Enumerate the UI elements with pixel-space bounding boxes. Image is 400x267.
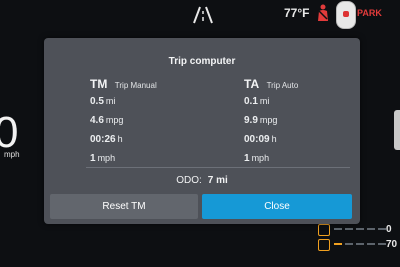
- tm-time-row: 00:26 h: [90, 130, 210, 149]
- odometer: ODO: 7 mi: [44, 175, 360, 186]
- tm-distance-unit: mi: [105, 96, 116, 106]
- right-gauge-edge: [394, 110, 400, 150]
- tm-distance-row: 0.5 mi: [90, 92, 210, 111]
- ta-economy-row: 9.9 mpg: [244, 111, 360, 130]
- ta-distance-unit: mi: [259, 96, 270, 106]
- park-indicator: PARK: [357, 8, 382, 18]
- trip-computer-dialog: Trip computer TM Trip Manual 0.5 mi 4.6 mp…: [44, 38, 360, 224]
- trip-auto-name: Trip Auto: [266, 81, 299, 90]
- odometer-label: ODO:: [176, 175, 202, 186]
- speed-unit: mph: [4, 150, 20, 159]
- gauge-bars: [334, 228, 386, 230]
- fuel-pump-icon: [318, 239, 330, 251]
- ta-speed-row: 1 mph: [244, 149, 360, 168]
- ta-economy-unit: mpg: [259, 115, 278, 125]
- tm-economy-row: 4.6 mpg: [90, 111, 210, 130]
- odometer-divider: [86, 167, 350, 168]
- ta-time-row: 00:09 h: [244, 130, 360, 149]
- trip-manual-name: Trip Manual: [114, 81, 157, 90]
- fuel-bars: [334, 243, 386, 245]
- reset-tm-button[interactable]: Reset TM: [50, 194, 198, 219]
- tm-time-value: 00:26: [90, 134, 116, 145]
- tm-distance-value: 0.5: [90, 96, 104, 107]
- ta-distance-value: 0.1: [244, 96, 258, 107]
- tm-economy-unit: mpg: [105, 115, 124, 125]
- outside-temperature: 77°F: [284, 6, 310, 20]
- tm-economy-value: 4.6: [90, 115, 104, 126]
- close-button[interactable]: Close: [202, 194, 352, 219]
- trip-auto-abbr: TA: [244, 77, 260, 91]
- door-open-car-icon: [336, 1, 356, 29]
- tm-time-unit: h: [117, 134, 123, 144]
- ta-time-unit: h: [271, 134, 277, 144]
- trip-manual-abbr: TM: [90, 77, 108, 91]
- trip-auto-header: TA Trip Auto: [244, 76, 360, 92]
- gauge-top-value: 0: [386, 224, 392, 235]
- dialog-title: Trip computer: [168, 56, 236, 67]
- lane-assist-icon: [193, 6, 213, 24]
- gauge-bottom-value: 70: [386, 239, 398, 250]
- tm-speed-unit: mph: [97, 153, 116, 163]
- odometer-value: 7 mi: [207, 175, 228, 186]
- ta-distance-row: 0.1 mi: [244, 92, 360, 111]
- battery-icon: [318, 224, 330, 236]
- ta-economy-value: 9.9: [244, 115, 258, 126]
- tm-speed-row: 1 mph: [90, 149, 210, 168]
- ta-speed-value: 1: [244, 153, 250, 164]
- ta-time-value: 00:09: [244, 134, 270, 145]
- trip-manual-column: TM Trip Manual 0.5 mi 4.6 mpg 00:26 h 1 mph: [90, 76, 210, 168]
- trip-auto-column: TA Trip Auto 0.1 mi 9.9 mpg 00:09 h 1 mph: [244, 76, 360, 168]
- trip-manual-header: TM Trip Manual: [90, 76, 210, 92]
- seatbelt-warning-icon: [318, 4, 328, 21]
- tm-speed-value: 1: [90, 153, 96, 164]
- ta-speed-unit: mph: [251, 153, 270, 163]
